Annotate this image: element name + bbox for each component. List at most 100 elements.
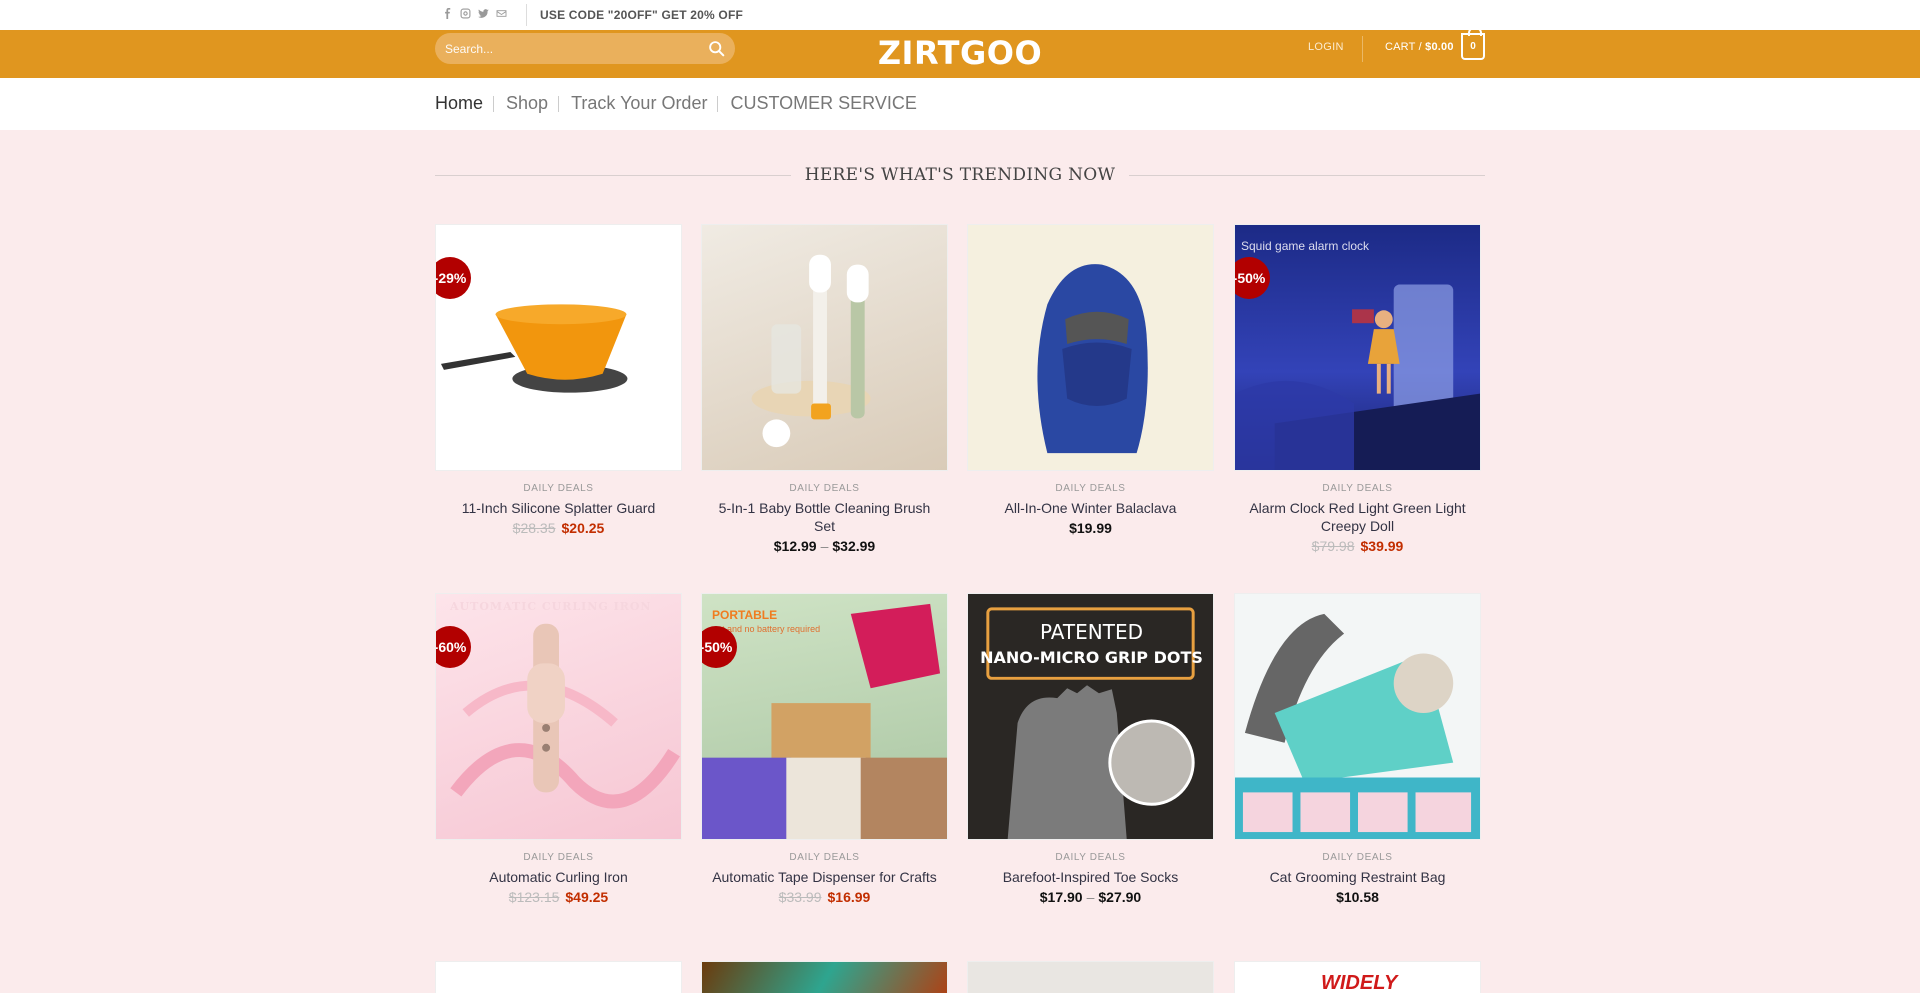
product-card[interactable]: DAILY DEALS Cat Grooming Restraint Bag $… — [1234, 593, 1481, 905]
product-card[interactable] — [701, 961, 948, 993]
title-rule-left — [435, 174, 791, 176]
sale-price: $39.99 — [1360, 538, 1404, 554]
instagram-icon[interactable] — [459, 7, 471, 19]
product-card[interactable]: PATENTED NANO-MICRO GRIP DOTS DAILY DEAL… — [967, 593, 1214, 905]
social-links — [441, 7, 507, 19]
product-image[interactable]: PORTABLE ent and no battery required -50… — [701, 593, 948, 840]
old-price: $33.99 — [778, 889, 822, 905]
cat-grooming-bag-image — [1235, 613, 1480, 839]
product-price: $19.99 — [967, 520, 1214, 536]
product-card[interactable]: PORTABLE ent and no battery required -50… — [701, 593, 948, 905]
product-price: $28.35 $20.25 — [435, 520, 682, 536]
product-image[interactable] — [701, 224, 948, 471]
image-caption: PORTABLE — [712, 608, 778, 622]
image-caption: WIDELY — [1321, 972, 1398, 993]
alarm-clock-doll-image — [1235, 284, 1480, 470]
product-name[interactable]: Automatic Curling Iron — [435, 868, 682, 886]
image-caption: PATENTED — [1040, 620, 1143, 644]
product-card[interactable]: DAILY DEALS 5-In-1 Baby Bottle Cleaning … — [701, 224, 948, 554]
product-name[interactable]: Barefoot-Inspired Toe Socks — [967, 868, 1214, 886]
product-name[interactable]: Automatic Tape Dispenser for Crafts — [701, 868, 948, 886]
nav-shop[interactable]: Shop — [506, 93, 571, 114]
sale-price: $16.99 — [827, 889, 871, 905]
nav-separator — [558, 95, 560, 112]
bottle-brush-image — [751, 254, 871, 448]
old-price: $123.15 — [508, 889, 560, 905]
email-icon[interactable] — [495, 7, 507, 19]
product-price: $12.99– $32.99 — [701, 538, 948, 554]
cart-link[interactable]: CART / $0.00 — [1385, 41, 1454, 53]
top-bar: USE CODE "20OFF" GET 20% OFF — [0, 0, 1920, 30]
sale-price: $20.25 — [561, 520, 605, 536]
price-range-dash: – — [820, 538, 829, 554]
cart-bag-icon[interactable]: 0 — [1461, 27, 1485, 60]
nav-label: Shop — [506, 93, 549, 113]
product-name[interactable]: All-In-One Winter Balaclava — [967, 499, 1214, 517]
product-image[interactable] — [1234, 593, 1481, 840]
nav-customer-service[interactable]: CUSTOMER SERVICE — [730, 93, 916, 114]
product-card[interactable]: AUTOMATIC CURLING IRON -60% DAILY DEALS … — [435, 593, 682, 905]
product-image[interactable]: -29% — [435, 224, 682, 471]
regular-price: $19.99 — [1069, 520, 1112, 536]
product-category[interactable]: DAILY DEALS — [435, 852, 682, 863]
nav-home[interactable]: Home — [435, 93, 506, 114]
site-logo[interactable]: ZIRTGOO — [860, 34, 1060, 72]
splatter-guard-image — [440, 304, 628, 393]
promo-text: USE CODE "20OFF" GET 20% OFF — [540, 8, 744, 22]
product-card[interactable]: Squid game alarm clock -50% DAILY DEALS … — [1234, 224, 1481, 554]
curling-iron-image — [450, 623, 680, 809]
product-card[interactable] — [435, 961, 682, 993]
product-image[interactable] — [435, 961, 682, 993]
search-button[interactable] — [705, 37, 727, 59]
product-card[interactable]: -29% DAILY DEALS 11-Inch Silicone Splatt… — [435, 224, 682, 536]
product-image[interactable] — [967, 961, 1214, 993]
product-name[interactable]: 11-Inch Silicone Splatter Guard — [435, 499, 682, 517]
product-card[interactable]: WIDELY — [1234, 961, 1481, 993]
product-card[interactable]: DAILY DEALS All-In-One Winter Balaclava … — [967, 224, 1214, 536]
product-image[interactable]: AUTOMATIC CURLING IRON -60% — [435, 593, 682, 840]
search-input[interactable] — [445, 39, 695, 59]
product-category[interactable]: DAILY DEALS — [701, 852, 948, 863]
product-price: $10.58 — [1234, 889, 1481, 905]
twitter-icon[interactable] — [477, 7, 489, 19]
search-icon — [708, 40, 724, 56]
cart-label: CART / — [1385, 41, 1422, 53]
nav-track-order[interactable]: Track Your Order — [571, 93, 730, 114]
product-card[interactable] — [967, 961, 1214, 993]
product-category[interactable]: DAILY DEALS — [1234, 483, 1481, 494]
product-category[interactable]: DAILY DEALS — [967, 852, 1214, 863]
product-image[interactable] — [967, 224, 1214, 471]
product-image[interactable]: Squid game alarm clock -50% — [1234, 224, 1481, 471]
nav-label: Track Your Order — [571, 93, 708, 113]
product-image[interactable]: PATENTED NANO-MICRO GRIP DOTS — [967, 593, 1214, 840]
main-nav: Home Shop Track Your Order CUSTOMER SERV… — [0, 78, 1920, 130]
image-caption: Squid game alarm clock — [1241, 239, 1370, 253]
product-name[interactable]: Cat Grooming Restraint Bag — [1234, 868, 1481, 886]
login-link[interactable]: LOGIN — [1308, 41, 1344, 53]
product-name[interactable]: Alarm Clock Red Light Green Light Creepy… — [1234, 499, 1481, 535]
price-low: $12.99 — [773, 538, 817, 554]
product-image[interactable]: WIDELY — [1234, 961, 1481, 993]
product-category[interactable]: DAILY DEALS — [435, 483, 682, 494]
product-image[interactable] — [701, 961, 948, 993]
section-title: HERE'S WHAT'S TRENDING NOW — [435, 160, 1485, 190]
cart-count: 0 — [1470, 41, 1476, 52]
product-category[interactable]: DAILY DEALS — [701, 483, 948, 494]
price-low: $17.90 — [1039, 889, 1083, 905]
regular-price: $10.58 — [1336, 889, 1379, 905]
facebook-icon[interactable] — [441, 7, 453, 19]
old-price: $79.98 — [1311, 538, 1355, 554]
header-divider — [1362, 36, 1363, 62]
product-category[interactable]: DAILY DEALS — [967, 483, 1214, 494]
nav-separator — [717, 95, 719, 112]
image-caption: AUTOMATIC CURLING IRON — [450, 600, 652, 613]
image-subcaption: NANO-MICRO GRIP DOTS — [980, 648, 1203, 667]
topbar-divider — [526, 4, 527, 26]
balaclava-image — [1037, 264, 1148, 454]
product-category[interactable]: DAILY DEALS — [1234, 852, 1481, 863]
product-price: $33.99 $16.99 — [701, 889, 948, 905]
product-name[interactable]: 5-In-1 Baby Bottle Cleaning Brush Set — [701, 499, 948, 535]
product-price: $17.90– $27.90 — [967, 889, 1214, 905]
section-heading: HERE'S WHAT'S TRENDING NOW — [804, 165, 1116, 185]
nav-label: Home — [435, 93, 484, 113]
